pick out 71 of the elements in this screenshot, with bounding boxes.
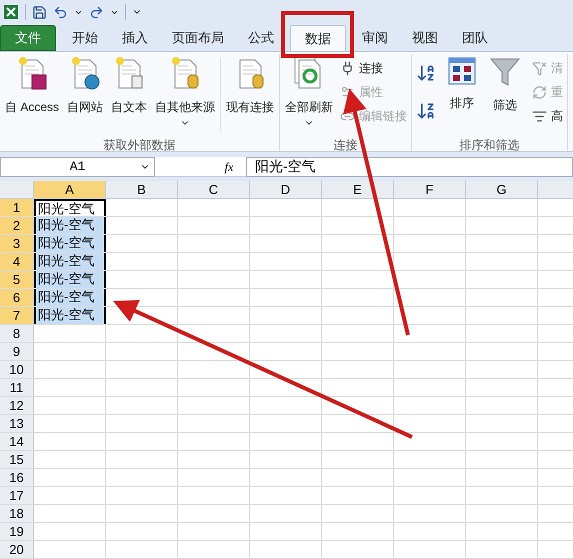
column-header[interactable]: G: [466, 181, 538, 198]
ribbon-tab[interactable]: 公式: [236, 25, 286, 51]
table-cell[interactable]: 阳光-空气: [34, 289, 106, 306]
ribbon-button[interactable]: 自 Access: [2, 54, 62, 136]
ribbon-tab[interactable]: 审阅: [350, 25, 400, 51]
row-header[interactable]: 2: [0, 217, 34, 234]
ribbon-tab[interactable]: 插入: [110, 25, 160, 51]
ribbon-button[interactable]: 筛选: [486, 54, 524, 136]
column-header[interactable]: D: [250, 181, 322, 198]
refresh-icon: [532, 84, 548, 100]
formula-input[interactable]: 阳光-空气: [246, 156, 573, 176]
filter-x-icon: [532, 60, 548, 76]
row-header[interactable]: 13: [0, 415, 34, 432]
row-header[interactable]: 20: [0, 541, 34, 558]
table-cell[interactable]: 阳光-空气: [34, 307, 106, 324]
row-header[interactable]: 5: [0, 271, 34, 288]
undo-icon[interactable]: [53, 4, 68, 20]
row-header[interactable]: 15: [0, 451, 34, 468]
ribbon-tab[interactable]: 页面布局: [160, 25, 236, 51]
column-header[interactable]: A: [34, 181, 106, 198]
ribbon-button[interactable]: 自网站: [64, 54, 106, 136]
row-header[interactable]: 1: [0, 199, 34, 216]
sort-icon: [447, 56, 478, 86]
save-icon[interactable]: [32, 4, 47, 20]
ribbon-button[interactable]: 排序: [444, 54, 480, 136]
ribbon-button[interactable]: 高: [530, 104, 566, 128]
ribbon-tab[interactable]: 数据: [290, 25, 346, 51]
ribbon-tab[interactable]: 视图: [400, 25, 450, 51]
row-header[interactable]: 11: [0, 379, 34, 396]
row-header[interactable]: 12: [0, 397, 34, 414]
name-box[interactable]: A1: [0, 156, 155, 176]
group-label: 获取外部数据: [102, 137, 176, 154]
group-label: 连接: [332, 137, 359, 154]
row-header[interactable]: 19: [0, 523, 34, 540]
redo-icon[interactable]: [89, 4, 104, 20]
row-header[interactable]: 14: [0, 433, 34, 450]
row-header[interactable]: 8: [0, 325, 34, 342]
row-header[interactable]: 17: [0, 487, 34, 504]
row-header[interactable]: 3: [0, 235, 34, 252]
filter-funnel-icon: [489, 56, 522, 88]
sort-descending-icon: [416, 101, 436, 121]
ribbon-tab[interactable]: 文件: [0, 25, 56, 51]
insert-function-button[interactable]: fx: [214, 158, 244, 176]
ribbon-button[interactable]: 自其他来源: [152, 54, 218, 136]
row-header[interactable]: 9: [0, 343, 34, 360]
ribbon-button[interactable]: 全部刷新: [282, 54, 336, 136]
column-header[interactable]: B: [106, 181, 178, 198]
row-header[interactable]: 7: [0, 307, 34, 324]
row-header[interactable]: 18: [0, 505, 34, 522]
ribbon-button[interactable]: 自文本: [108, 54, 150, 136]
row-header[interactable]: 4: [0, 253, 34, 270]
column-header[interactable]: F: [394, 181, 466, 198]
table-cell[interactable]: 阳光-空气: [34, 253, 106, 270]
settings-icon: [340, 84, 356, 100]
ribbon-tab[interactable]: 团队: [450, 25, 500, 51]
ribbon-tab[interactable]: 开始: [60, 25, 110, 51]
sort-ascending-icon: [416, 63, 436, 83]
row-header[interactable]: 6: [0, 289, 34, 306]
row-header[interactable]: 10: [0, 361, 34, 378]
table-cell[interactable]: 阳光-空气: [34, 235, 106, 252]
table-cell[interactable]: 阳光-空气: [34, 271, 106, 288]
list-filter-icon: [532, 108, 548, 124]
group-label: 排序和筛选: [458, 137, 521, 154]
spreadsheet-logo-icon[interactable]: [3, 4, 19, 20]
row-header[interactable]: 16: [0, 469, 34, 486]
column-header[interactable]: C: [178, 181, 250, 198]
ribbon-button[interactable]: 现有连接: [223, 54, 278, 136]
table-cell[interactable]: 阳光-空气: [34, 217, 106, 234]
ribbon-button[interactable]: 连接: [338, 56, 410, 80]
column-header[interactable]: E: [322, 181, 394, 198]
table-cell[interactable]: 阳光-空气: [34, 199, 106, 216]
